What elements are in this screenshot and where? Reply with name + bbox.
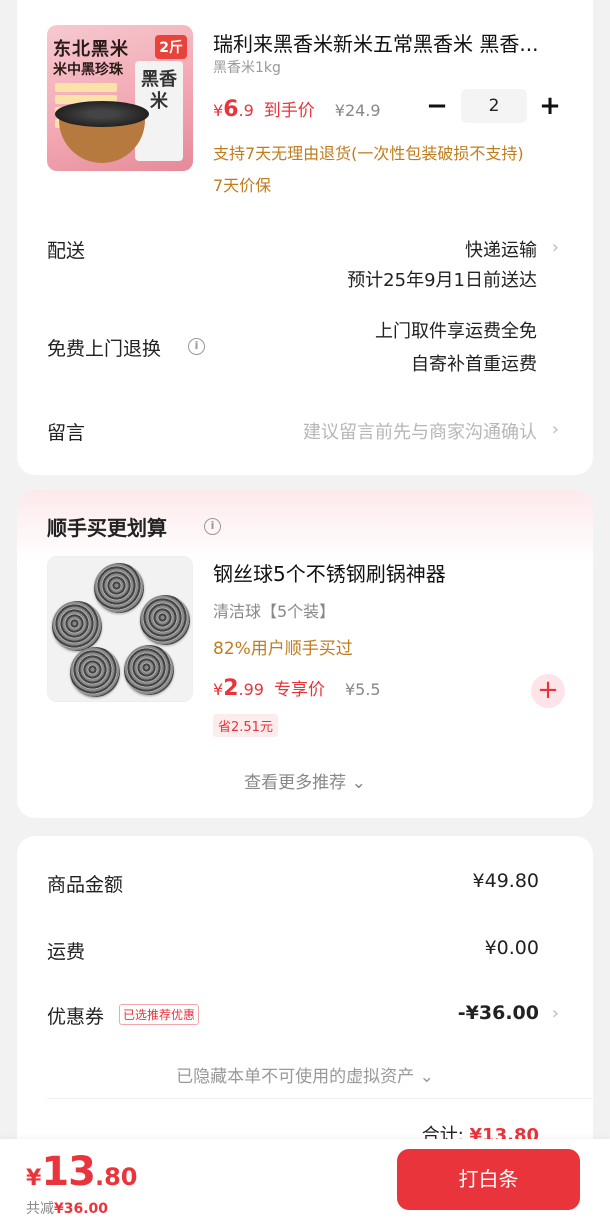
- return-service-label: 免费上门退换: [47, 338, 162, 360]
- info-icon[interactable]: i: [188, 338, 205, 355]
- discount-value: ¥36.00: [54, 1201, 109, 1217]
- price-integer: 13: [41, 1149, 96, 1195]
- product-image[interactable]: 东北黑米 米中黑珍珠 2斤 黑香米: [47, 25, 193, 171]
- price-symbol: ¥: [213, 101, 224, 120]
- coupon-value[interactable]: -¥36.00: [458, 1002, 539, 1024]
- coupon-label: 优惠券: [47, 1006, 105, 1028]
- steel-ball: [70, 647, 120, 697]
- total-discount: 共减¥36.00: [26, 1198, 108, 1218]
- return-service-line2: 自寄补首重运费: [411, 354, 537, 375]
- price-symbol: ¥: [213, 680, 224, 699]
- recommend-item-title[interactable]: 钢丝球5个不锈钢刷锅神器: [213, 558, 446, 587]
- delivery-method[interactable]: 快递运输: [465, 236, 537, 262]
- see-more-recommend-link[interactable]: 查看更多推荐 ⌄: [17, 768, 593, 793]
- recommend-item-spec: 清洁球【5个装】: [213, 602, 336, 621]
- steel-ball: [52, 601, 102, 651]
- quantity-input[interactable]: 2: [461, 89, 527, 123]
- steel-ball: [140, 595, 190, 645]
- divider: [47, 1098, 593, 1099]
- product-image-badge: 2斤: [155, 35, 187, 59]
- price-decimal: .9: [238, 101, 254, 120]
- product-image-line1: 东北黑米: [53, 39, 129, 60]
- info-icon[interactable]: i: [204, 518, 221, 535]
- product-spec[interactable]: 黑香米1kg: [213, 57, 281, 77]
- quantity-decrease-button[interactable]: −: [422, 92, 452, 122]
- delivery-label: 配送: [47, 240, 86, 262]
- steel-ball: [94, 563, 144, 613]
- quantity-increase-button[interactable]: +: [535, 92, 565, 122]
- shipping-label: 运费: [47, 941, 86, 963]
- recommend-item-stat: 82%用户顺手买过: [213, 639, 353, 659]
- price-integer: 2: [223, 676, 239, 701]
- price-decimal: .99: [238, 680, 264, 699]
- price-integer: 6: [223, 97, 239, 122]
- product-card: 东北黑米 米中黑珍珠 2斤 黑香米 瑞利来黑香米新米五常黑香米 黑香... 黑香…: [17, 0, 593, 475]
- pay-button[interactable]: 打白条: [397, 1149, 580, 1210]
- chevron-right-icon[interactable]: ›: [552, 237, 559, 258]
- original-price: ¥24.9: [334, 101, 381, 120]
- coupon-tag: 已选推荐优惠: [119, 1004, 200, 1025]
- recommend-save-badge: 省2.51元: [213, 714, 278, 737]
- recommend-card: 顺手买更划算 i 钢丝球5个不锈钢刷锅神器 清洁球【5个装】 82%用户顺手买过…: [17, 490, 593, 818]
- product-image-line2: 米中黑珍珠: [53, 62, 123, 78]
- goods-amount-label: 商品金额: [47, 874, 124, 896]
- message-label: 留言: [47, 422, 86, 444]
- price-label: 专享价: [273, 680, 325, 700]
- return-notice: 支持7天无理由退货(一次性包装破损不支持): [213, 144, 524, 163]
- price-decimal: .80: [94, 1163, 138, 1191]
- black-rice: [55, 101, 149, 127]
- delivery-eta: 预计25年9月1日前送达: [347, 270, 537, 291]
- shipping-value: ¥0.00: [484, 937, 539, 959]
- product-price: ¥ 6 .9 到手价 ¥24.9: [213, 96, 381, 126]
- recommend-section-title: 顺手买更划算: [47, 516, 167, 540]
- return-service-line1: 上门取件享运费全免: [375, 321, 537, 342]
- recommend-item-image[interactable]: [47, 556, 193, 702]
- chevron-right-icon[interactable]: ›: [552, 419, 559, 440]
- checkout-total: ¥ 13 .80: [26, 1149, 138, 1195]
- price-protect-notice: 7天价保: [213, 176, 272, 195]
- steel-ball: [124, 645, 174, 695]
- add-to-order-button[interactable]: +: [531, 674, 565, 708]
- price-label: 到手价: [263, 101, 315, 121]
- goods-amount-value: ¥49.80: [472, 870, 539, 892]
- product-title[interactable]: 瑞利来黑香米新米五常黑香米 黑香...: [213, 28, 568, 57]
- price-symbol: ¥: [26, 1166, 42, 1191]
- discount-label: 共减: [26, 1201, 54, 1217]
- original-price: ¥5.5: [344, 680, 381, 699]
- message-input[interactable]: 建议留言前先与商家沟通确认: [303, 418, 537, 444]
- checkout-bar: ¥ 13 .80 共减¥36.00 打白条: [0, 1139, 610, 1231]
- recommend-item-price: ¥ 2 .99 专享价 ¥5.5: [213, 675, 381, 701]
- chevron-right-icon[interactable]: ›: [552, 1003, 559, 1024]
- hidden-assets-toggle[interactable]: 已隐藏本单不可使用的虚拟资产 ⌄: [17, 1062, 593, 1087]
